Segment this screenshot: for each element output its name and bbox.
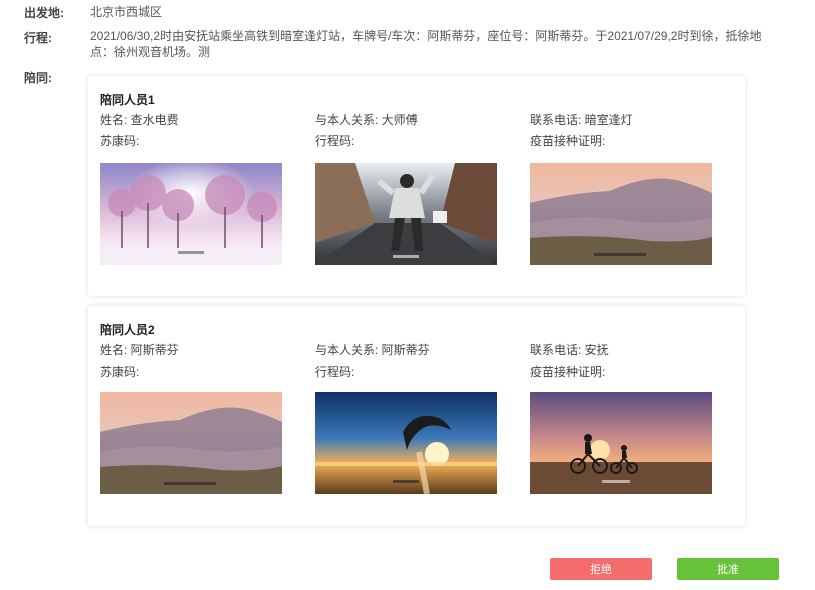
su-kang-code-image[interactable]: [100, 163, 282, 265]
su-kang-code-image[interactable]: [100, 392, 282, 494]
vaccine-cert-image[interactable]: [530, 392, 712, 494]
companion-phone: 联系电话: 暗室逢灯: [530, 113, 633, 127]
su-kang-code-label: 苏康码:: [100, 134, 140, 148]
itinerary-code-label: 行程码:: [315, 134, 355, 148]
companion-card-1: 陪同人员1 姓名: 查水电费 与本人关系: 大师傅 联系电话: 暗室逢灯 苏康码…: [88, 76, 745, 296]
itinerary-label: 行程:: [24, 31, 52, 45]
companion-relation: 与本人关系: 大师傅: [315, 113, 418, 127]
companion-name: 姓名: 阿斯蒂芬: [100, 343, 179, 357]
itinerary-code-label: 行程码:: [315, 365, 355, 379]
companion-name: 姓名: 查水电费: [100, 113, 179, 127]
itinerary-code-image[interactable]: [315, 163, 497, 265]
approve-button[interactable]: 批准: [677, 558, 779, 580]
companions-label: 陪同:: [24, 71, 52, 85]
departure-value: 北京市西城区: [90, 5, 163, 19]
companion-relation: 与本人关系: 阿斯蒂芬: [315, 343, 430, 357]
vaccine-cert-label: 疫苗接种证明:: [530, 365, 606, 379]
companion-title: 陪同人员1: [100, 93, 155, 107]
vaccine-cert-image[interactable]: [530, 163, 712, 265]
su-kang-code-label: 苏康码:: [100, 365, 140, 379]
itinerary-value: 2021/06/30,2时由安抚站乘坐高铁到暗室逢灯站，车牌号/车次：阿斯蒂芬，…: [90, 29, 762, 59]
departure-label: 出发地:: [24, 6, 64, 20]
vaccine-cert-label: 疫苗接种证明:: [530, 134, 606, 148]
itinerary-code-image[interactable]: [315, 392, 497, 494]
companion-card-2: 陪同人员2 姓名: 阿斯蒂芬 与本人关系: 阿斯蒂芬 联系电话: 安抚 苏康码:…: [88, 306, 745, 526]
reject-button[interactable]: 拒绝: [550, 558, 652, 580]
companion-title: 陪同人员2: [100, 323, 155, 337]
companion-phone: 联系电话: 安抚: [530, 343, 609, 357]
